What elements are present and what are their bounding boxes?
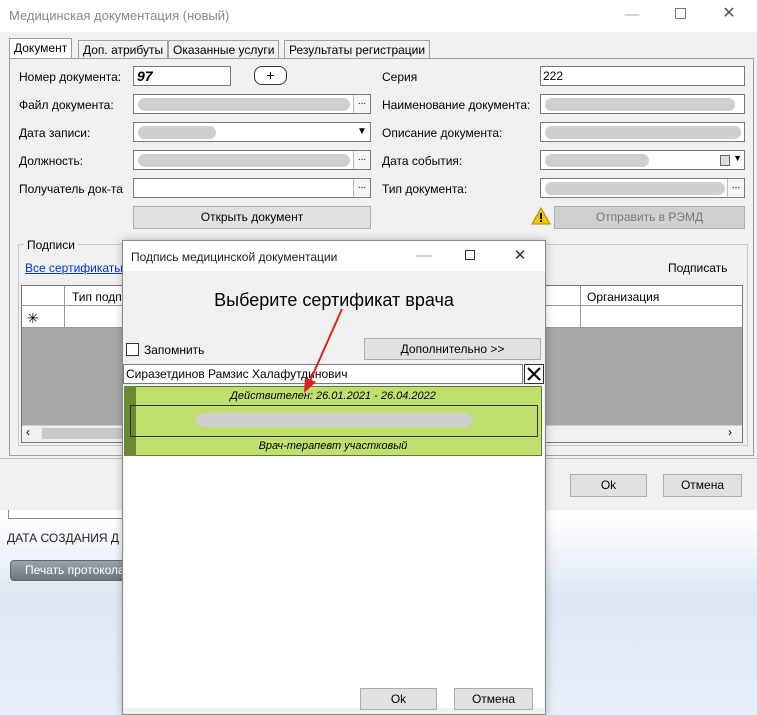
record-date-label: Дата записи: xyxy=(19,126,91,140)
file-input[interactable]: ... xyxy=(133,94,371,114)
description-label: Описание документа: xyxy=(382,126,503,140)
all-certificates-link[interactable]: Все сертификаты xyxy=(25,261,123,275)
close-icon[interactable]: ✕ xyxy=(717,2,741,26)
recipient-label: Получатель док-та xyxy=(19,182,123,196)
redacted-value xyxy=(138,154,350,167)
column-header-organization[interactable]: Организация xyxy=(587,290,659,304)
recipient-input[interactable]: ... xyxy=(133,178,371,198)
advanced-button[interactable]: Дополнительно >> xyxy=(364,338,541,360)
remember-label: Запомнить xyxy=(144,343,205,357)
description-input[interactable] xyxy=(540,122,745,142)
signatures-label: Подписи xyxy=(24,238,78,252)
redacted-certificate-owner xyxy=(196,413,472,427)
col-divider xyxy=(64,286,65,328)
doc-name-label: Наименование документа: xyxy=(382,98,531,112)
sign-link[interactable]: Подписать xyxy=(668,261,727,275)
calendar-icon[interactable] xyxy=(720,155,730,166)
sign-dialog-title: Подпись медицинской документации xyxy=(131,250,338,264)
tab-services[interactable]: Оказанные услуги xyxy=(168,40,280,58)
print-protocol-button[interactable]: Печать протокола xyxy=(10,560,128,581)
minimize-icon[interactable]: — xyxy=(620,3,644,27)
doc-number-label: Номер документа: xyxy=(19,70,122,84)
tab-extra-attributes[interactable]: Доп. атрибуты xyxy=(78,40,169,58)
file-label: Файл документа: xyxy=(19,98,114,112)
redacted-value xyxy=(545,98,735,111)
event-date-label: Дата события: xyxy=(382,154,463,168)
dialog-ok-button[interactable]: Ok xyxy=(360,688,437,710)
close-icon[interactable]: ✕ xyxy=(508,244,532,268)
add-button[interactable]: + xyxy=(254,66,287,85)
minimize-icon[interactable]: — xyxy=(412,244,436,268)
main-ok-button[interactable]: Ok xyxy=(570,474,647,497)
redacted-value xyxy=(545,154,649,167)
browse-icon[interactable]: ... xyxy=(353,95,370,113)
dialog-cancel-button[interactable]: Отмена xyxy=(454,688,533,710)
scroll-right-icon[interactable]: › xyxy=(728,425,732,439)
col-divider xyxy=(580,286,581,328)
doc-type-label: Тип документа: xyxy=(382,182,468,196)
position-input[interactable]: ... xyxy=(133,150,371,170)
maximize-icon[interactable] xyxy=(465,250,475,260)
tab-document[interactable]: Документ xyxy=(9,38,73,59)
doc-name-input[interactable] xyxy=(540,94,745,114)
close-icon xyxy=(527,367,541,381)
chevron-down-icon[interactable]: ▼ xyxy=(733,153,742,163)
browse-icon[interactable]: ... xyxy=(727,179,744,197)
event-date-select[interactable]: ▼ xyxy=(540,150,745,170)
red-arrow-annotation xyxy=(304,308,343,393)
redacted-value xyxy=(545,182,725,195)
certificate-role: Врач-терапевт участковый xyxy=(258,440,408,452)
creation-date-label: ДАТА СОЗДАНИЯ Д xyxy=(7,531,119,545)
send-remd-button[interactable]: Отправить в РЭМД xyxy=(554,206,745,229)
position-label: Должность: xyxy=(19,154,84,168)
redacted-value xyxy=(545,126,741,139)
maximize-icon[interactable] xyxy=(675,8,686,19)
warning-icon xyxy=(531,206,551,228)
main-cancel-button[interactable]: Отмена xyxy=(663,474,742,497)
remember-checkbox[interactable] xyxy=(126,343,139,356)
tab-registration-results[interactable]: Результаты регистрации xyxy=(284,40,431,58)
redacted-value xyxy=(138,126,216,139)
browse-icon[interactable]: ... xyxy=(353,179,370,197)
doc-type-input[interactable]: ... xyxy=(540,178,745,198)
new-row-marker-icon: ✳ xyxy=(27,310,39,326)
record-date-select[interactable]: ▼ xyxy=(133,122,371,142)
doc-number-input[interactable]: 97 xyxy=(133,66,231,86)
series-input[interactable]: 222 xyxy=(540,66,745,86)
main-window-title: Медицинская документация (новый) xyxy=(9,8,230,23)
chevron-down-icon[interactable]: ▼ xyxy=(354,123,370,141)
redacted-value xyxy=(138,98,350,111)
scroll-left-icon[interactable]: ‹ xyxy=(26,425,30,439)
series-label: Серия xyxy=(382,70,418,84)
open-document-button[interactable]: Открыть документ xyxy=(133,206,371,229)
browse-icon[interactable]: ... xyxy=(353,151,370,169)
clear-search-button[interactable] xyxy=(524,364,544,384)
